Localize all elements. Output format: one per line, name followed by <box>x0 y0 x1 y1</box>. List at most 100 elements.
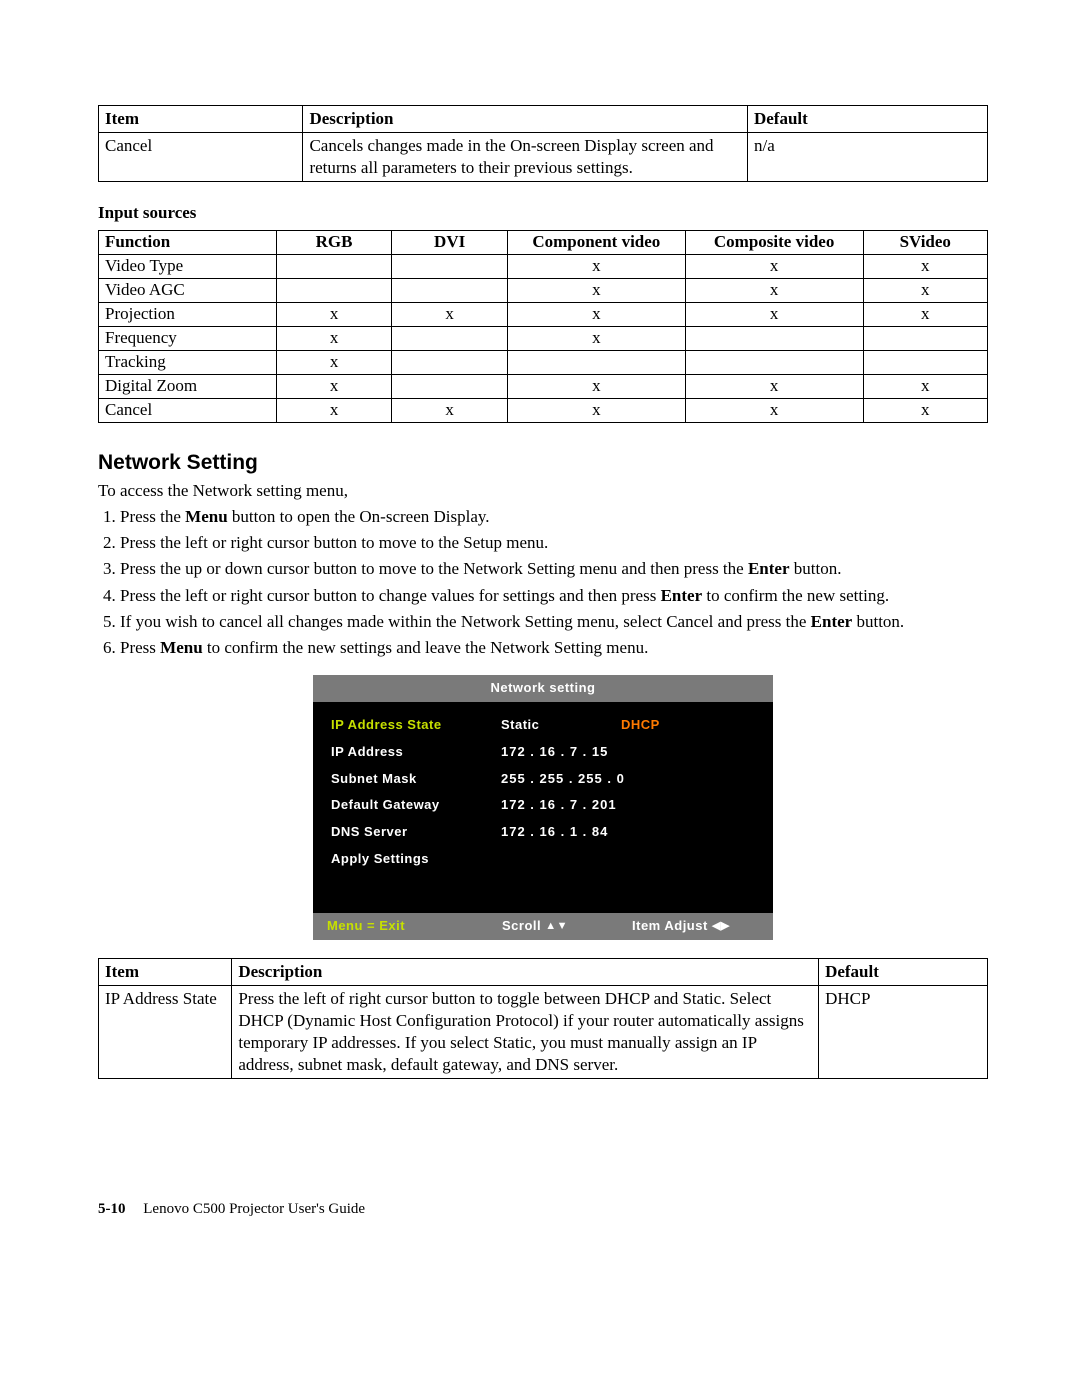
osd-footer: Menu = Exit Scroll ▲▼ Item Adjust ◀▶ <box>313 913 773 940</box>
text: If you wish to cancel all changes made w… <box>120 612 811 631</box>
osd-row-gateway: Default Gateway 172 . 16 . 7 . 201 <box>331 792 755 819</box>
cell-desc: Press the left of right cursor button to… <box>232 986 819 1079</box>
step-3: Press the up or down cursor button to mo… <box>120 558 988 580</box>
menu-word: Menu <box>160 638 203 657</box>
fn: Cancel <box>99 398 277 422</box>
cell-item: Cancel <box>99 133 303 182</box>
osd-value: 172 . 16 . 7 . 201 <box>501 797 617 814</box>
cell: x <box>507 303 685 327</box>
table-row: Video AGC x x x <box>99 279 988 303</box>
triangle-left-icon: ◀ <box>712 919 721 933</box>
fn: Projection <box>99 303 277 327</box>
steps-list: Press the Menu button to open the On-scr… <box>98 506 988 659</box>
osd-body: IP Address State Static DHCP IP Address … <box>313 702 773 913</box>
step-5: If you wish to cancel all changes made w… <box>120 611 988 633</box>
menu-word: Menu <box>185 507 228 526</box>
table-row: Frequency x x <box>99 327 988 351</box>
cell: x <box>685 255 863 279</box>
cell: x <box>507 255 685 279</box>
col-desc: Description <box>232 958 819 985</box>
cell: x <box>507 327 685 351</box>
osd-label: IP Address State <box>331 717 501 734</box>
text: Press the left or right cursor button to… <box>120 586 661 605</box>
text: button. <box>790 559 842 578</box>
cell: x <box>507 279 685 303</box>
col-rgb: RGB <box>276 231 392 255</box>
col-svid: SVideo <box>863 231 987 255</box>
table-header-row: Function RGB DVI Component video Composi… <box>99 231 988 255</box>
cell: x <box>276 398 392 422</box>
input-sources-heading: Input sources <box>98 202 988 224</box>
col-cvid: Composite video <box>685 231 863 255</box>
step-1: Press the Menu button to open the On-scr… <box>120 506 988 528</box>
col-dvi: DVI <box>392 231 508 255</box>
osd-value: 255 . 255 . 255 . 0 <box>501 771 625 788</box>
text: Press <box>120 638 160 657</box>
cell <box>392 351 508 375</box>
table-row: Cancel x x x x x <box>99 398 988 422</box>
cell <box>392 375 508 399</box>
step-2: Press the left or right cursor button to… <box>120 532 988 554</box>
cell: x <box>276 303 392 327</box>
cell: x <box>685 398 863 422</box>
table-row: Cancel Cancels changes made in the On-sc… <box>99 133 988 182</box>
cell <box>276 279 392 303</box>
table-row: Tracking x <box>99 351 988 375</box>
input-sources-table: Function RGB DVI Component video Composi… <box>98 230 988 423</box>
network-setting-heading: Network Setting <box>98 449 988 476</box>
fn: Video Type <box>99 255 277 279</box>
osd-row-apply: Apply Settings <box>331 846 755 873</box>
osd-row-ip-state: IP Address State Static DHCP <box>331 712 755 739</box>
enter-word: Enter <box>748 559 790 578</box>
cell: x <box>863 375 987 399</box>
cell: x <box>507 398 685 422</box>
text: Scroll <box>502 918 541 933</box>
osd-screenshot: Network setting IP Address State Static … <box>98 675 988 940</box>
table-row: Digital Zoom x x x x <box>99 375 988 399</box>
cell: x <box>392 303 508 327</box>
cell: x <box>276 351 392 375</box>
cell-default: DHCP <box>819 986 988 1079</box>
col-item: Item <box>99 958 232 985</box>
text: to confirm the new settings and leave th… <box>203 638 649 657</box>
text: Press the up or down cursor button to mo… <box>120 559 748 578</box>
fn: Tracking <box>99 351 277 375</box>
table-row: IP Address State Press the left of right… <box>99 986 988 1079</box>
osd-value-static: Static <box>501 717 591 734</box>
osd-value: 172 . 16 . 1 . 84 <box>501 824 608 841</box>
cell <box>392 255 508 279</box>
cell: x <box>392 398 508 422</box>
text: to confirm the new setting. <box>702 586 889 605</box>
triangle-down-icon: ▼ <box>557 919 568 933</box>
table-header-row: Item Description Default <box>99 106 988 133</box>
cell: x <box>685 279 863 303</box>
step-6: Press Menu to confirm the new settings a… <box>120 637 988 659</box>
osd-row-ip-address: IP Address 172 . 16 . 7 . 15 <box>331 739 755 766</box>
osd-menu-exit: Menu = Exit <box>327 918 502 935</box>
table-row: Video Type x x x <box>99 255 988 279</box>
fn: Video AGC <box>99 279 277 303</box>
cell <box>863 351 987 375</box>
cell <box>685 351 863 375</box>
cell <box>685 327 863 351</box>
col-desc: Description <box>303 106 748 133</box>
network-desc-table: Item Description Default IP Address Stat… <box>98 958 988 1079</box>
col-default: Default <box>819 958 988 985</box>
osd-label: DNS Server <box>331 824 501 841</box>
col-default: Default <box>747 106 987 133</box>
text: button. <box>852 612 904 631</box>
enter-word: Enter <box>811 612 853 631</box>
osd-label: Apply Settings <box>331 851 501 868</box>
cell <box>863 327 987 351</box>
osd-value: 172 . 16 . 7 . 15 <box>501 744 608 761</box>
osd-panel: Network setting IP Address State Static … <box>313 675 773 940</box>
page-footer: 5-10 Lenovo C500 Projector User's Guide <box>98 1200 365 1220</box>
osd-title: Network setting <box>313 675 773 702</box>
document-page: Item Description Default Cancel Cancels … <box>0 0 1080 1139</box>
col-comp: Component video <box>507 231 685 255</box>
cell: x <box>863 279 987 303</box>
fn: Frequency <box>99 327 277 351</box>
cell: x <box>276 327 392 351</box>
cell <box>392 327 508 351</box>
cell: x <box>685 375 863 399</box>
